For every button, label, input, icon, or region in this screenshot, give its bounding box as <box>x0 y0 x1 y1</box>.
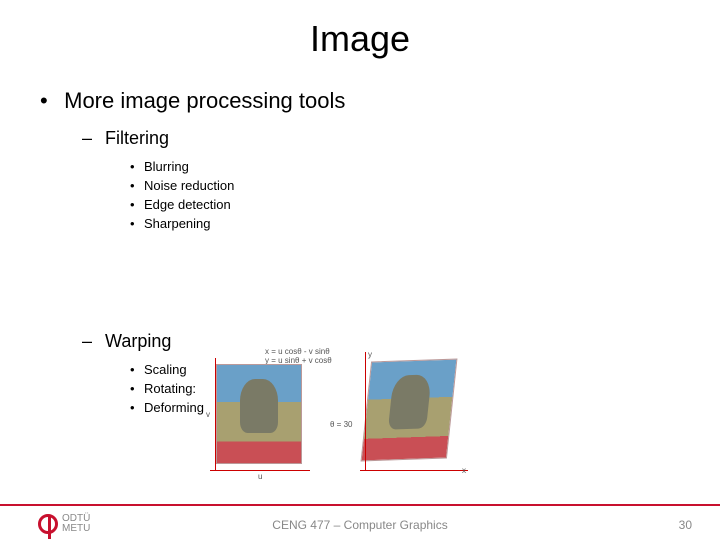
filtering-item-text: Edge detection <box>144 197 231 212</box>
dot-icon: • <box>130 159 144 174</box>
filtering-item: •Blurring <box>130 159 720 174</box>
dot-icon: • <box>130 400 144 415</box>
filtering-item: •Edge detection <box>130 197 720 212</box>
slide: Image • More image processing tools – Fi… <box>0 0 720 540</box>
footer-course: CENG 477 – Computer Graphics <box>0 518 720 532</box>
section-warping-label: Warping <box>105 331 171 351</box>
axis-v-right <box>365 352 366 470</box>
warping-item-text: Deforming <box>144 400 204 415</box>
dot-icon: • <box>130 216 144 231</box>
figure-image-original <box>216 364 302 464</box>
dash-icon: – <box>82 128 100 149</box>
axis-label-u: u <box>258 472 262 481</box>
warping-figure: x = u cosθ - v sinθ y = u sinθ + v cosθ … <box>210 348 470 478</box>
axis-h-right <box>360 470 468 471</box>
filtering-item: •Noise reduction <box>130 178 720 193</box>
slide-footer: ODTÜ METU CENG 477 – Computer Graphics 3… <box>0 504 720 540</box>
filtering-item-text: Sharpening <box>144 216 211 231</box>
dot-icon: • <box>130 197 144 212</box>
warping-item-text: Scaling <box>144 362 187 377</box>
bullet-main-text: More image processing tools <box>64 88 345 113</box>
dot-icon: • <box>130 362 144 377</box>
knight-icon <box>240 379 278 433</box>
filtering-item: •Sharpening <box>130 216 720 231</box>
dot-icon: • <box>130 178 144 193</box>
knight-icon <box>388 375 432 430</box>
axis-label-x: x <box>462 466 466 475</box>
filtering-item-text: Blurring <box>144 159 189 174</box>
filtering-item-text: Noise reduction <box>144 178 234 193</box>
figure-image-rotated <box>361 359 458 462</box>
section-filtering-label: Filtering <box>105 128 169 148</box>
bullet-icon: • <box>40 88 58 114</box>
section-filtering: – Filtering <box>82 128 720 149</box>
axis-h-left <box>210 470 310 471</box>
figure-equations: x = u cosθ - v sinθ y = u sinθ + v cosθ <box>265 348 332 366</box>
axis-label-y: y <box>368 350 372 359</box>
bullet-main: • More image processing tools <box>40 88 720 114</box>
dot-icon: • <box>130 381 144 396</box>
axis-v-left <box>215 358 216 470</box>
dash-icon: – <box>82 331 100 352</box>
figure-theta: θ = 30 <box>330 420 352 429</box>
warping-item-text: Rotating: <box>144 381 196 396</box>
axis-label-v: v <box>206 410 210 419</box>
slide-title: Image <box>0 0 720 60</box>
page-number: 30 <box>679 518 692 532</box>
